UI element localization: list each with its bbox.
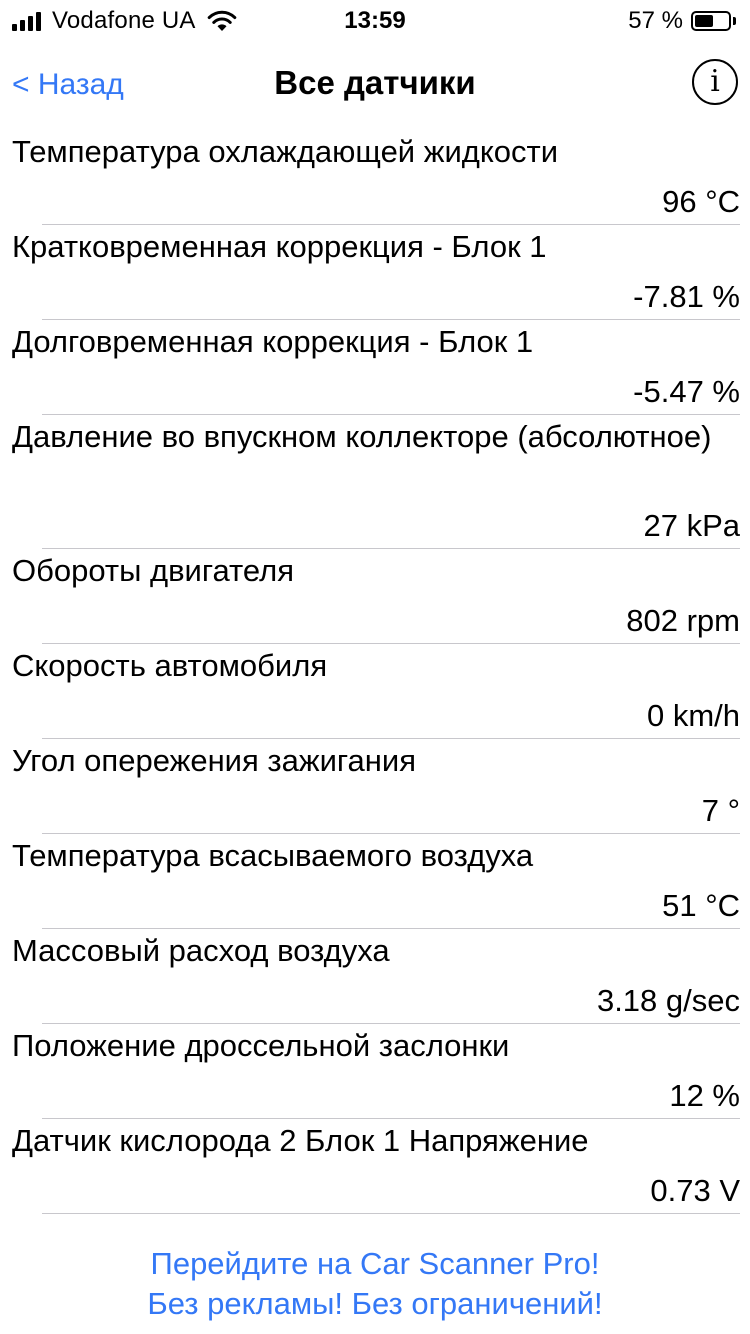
sensor-name: Обороты двигателя — [12, 553, 294, 588]
sensor-row[interactable]: Массовый расход воздуха 3.18 g/sec — [0, 929, 750, 1024]
sensor-row[interactable]: Датчик кислорода 2 Блок 1 Напряжение 0.7… — [0, 1119, 750, 1214]
battery-percent: 57 % — [628, 7, 683, 34]
status-bar-right: 57 % — [628, 7, 736, 35]
sensor-name: Долговременная коррекция - Блок 1 — [12, 324, 534, 359]
promo-line-2: Без рекламы! Без ограничений! — [147, 1286, 603, 1321]
sensor-row[interactable]: Давление во впускном коллекторе (абсолют… — [0, 415, 750, 549]
sensor-row[interactable]: Температура всасываемого воздуха 51 °C — [0, 834, 750, 929]
sensor-name: Температура охлаждающей жидкости — [12, 134, 559, 169]
sensor-value: 51 °C — [662, 888, 740, 923]
sensor-name: Массовый расход воздуха — [12, 933, 390, 968]
sensor-row[interactable]: Температура охлаждающей жидкости 96 °C — [0, 130, 750, 225]
sensor-name: Датчик кислорода 2 Блок 1 Напряжение — [12, 1123, 589, 1158]
sensor-value: 3.18 g/sec — [596, 983, 740, 1018]
sensor-row[interactable]: Угол опережения зажигания 7 ° — [0, 739, 750, 834]
battery-icon — [691, 11, 731, 31]
sensor-value: -5.47 % — [633, 374, 740, 409]
page-title: Все датчики — [274, 64, 476, 101]
battery-level-fill — [695, 15, 713, 27]
screen: Vodafone UA 13:59 57 % < Назад Все датчи… — [0, 0, 750, 1334]
sensor-value: 96 °C — [662, 184, 740, 219]
sensor-row[interactable]: Скорость автомобиля 0 km/h — [0, 644, 750, 739]
sensor-list: Температура охлаждающей жидкости 96 °C К… — [0, 130, 750, 1214]
promo-line-1: Перейдите на Car Scanner Pro! — [150, 1246, 600, 1281]
navigation-bar: < Назад Все датчики i — [0, 40, 750, 130]
sensor-name: Угол опережения зажигания — [12, 743, 416, 778]
sensor-value: 7 ° — [701, 793, 740, 828]
battery-tip — [733, 17, 736, 25]
sensor-name: Давление во впускном коллекторе (абсолют… — [12, 419, 712, 454]
status-bar: Vodafone UA 13:59 57 % — [0, 0, 750, 40]
sensor-name: Температура всасываемого воздуха — [12, 838, 534, 873]
sensor-row[interactable]: Положение дроссельной заслонки 12 % — [0, 1024, 750, 1119]
sensor-value: -7.81 % — [633, 279, 740, 314]
sensor-row[interactable]: Обороты двигателя 802 rpm — [0, 549, 750, 644]
sensor-value: 0.73 V — [650, 1173, 740, 1208]
sensor-value: 0 km/h — [646, 698, 740, 733]
sensor-name: Скорость автомобиля — [12, 648, 328, 683]
sensor-row[interactable]: Кратковременная коррекция - Блок 1 -7.81… — [0, 225, 750, 320]
upgrade-promo-link[interactable]: Перейдите на Car Scanner Pro! Без реклам… — [0, 1244, 750, 1324]
info-icon[interactable]: i — [692, 59, 738, 105]
sensor-value: 27 kPa — [643, 508, 740, 543]
sensor-value: 12 % — [669, 1078, 740, 1113]
sensor-value: 802 rpm — [626, 603, 740, 638]
sensor-name: Кратковременная коррекция - Блок 1 — [12, 229, 547, 264]
sensor-row[interactable]: Долговременная коррекция - Блок 1 -5.47 … — [0, 320, 750, 415]
sensor-name: Положение дроссельной заслонки — [12, 1028, 510, 1063]
